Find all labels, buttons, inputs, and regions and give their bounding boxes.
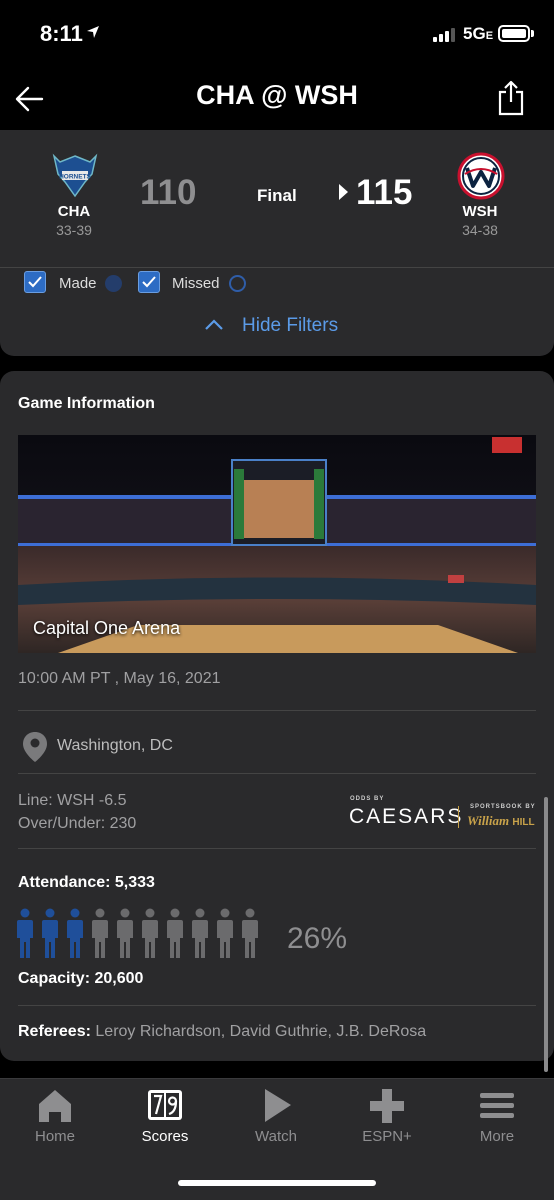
person-empty-icon (241, 908, 259, 960)
location-arrow-icon (87, 26, 99, 38)
checkmark-icon (28, 276, 42, 288)
page-title: CHA @ WSH (196, 80, 358, 110)
made-checkbox[interactable] (24, 271, 46, 293)
game-datetime: 10:00 AM PT , May 16, 2021 (18, 670, 221, 687)
caesars-logo[interactable]: CAESARS (349, 805, 463, 829)
scrollbar[interactable] (544, 797, 548, 1072)
share-icon[interactable] (496, 80, 526, 116)
divider (18, 848, 536, 849)
chevron-up-icon (205, 319, 223, 330)
missed-dot-icon (229, 275, 246, 292)
made-label: Made (59, 275, 97, 292)
william-hill-logo[interactable]: William HILL (467, 813, 535, 829)
tab-scores[interactable]: Scores (110, 1084, 220, 1154)
person-empty-icon (166, 908, 184, 960)
menu-icon (480, 1093, 514, 1118)
missed-label: Missed (172, 275, 220, 292)
nav-header: CHA @ WSH (0, 66, 554, 130)
over-under: Over/Under: 230 (18, 815, 137, 832)
divider (18, 1005, 536, 1006)
capacity-figures (16, 908, 259, 960)
battery-icon (498, 25, 530, 42)
plus-icon (370, 1089, 404, 1123)
network-indicator: 5GE (463, 24, 494, 43)
person-filled-icon (66, 908, 84, 960)
tab-home[interactable]: Home (0, 1084, 110, 1154)
person-empty-icon (216, 908, 234, 960)
missed-checkbox[interactable] (138, 271, 160, 293)
made-dot-icon (105, 275, 122, 292)
hide-filters-label: Hide Filters (242, 315, 339, 336)
tab-label: Home (34, 1128, 75, 1145)
person-empty-icon (141, 908, 159, 960)
location-pin-icon (23, 732, 47, 762)
odds-separator (458, 806, 459, 828)
capacity-text: Capacity: 20,600 (18, 970, 144, 987)
tab-label: ESPN+ (362, 1128, 412, 1145)
divider (18, 710, 536, 711)
game-location: Washington, DC (57, 737, 173, 754)
home-team-record: 34-38 (462, 222, 498, 238)
scores-icon (148, 1090, 182, 1120)
referees-names: Leroy Richardson, David Guthrie, J.B. De… (95, 1023, 427, 1040)
tab-label: Scores (141, 1128, 189, 1145)
status-bar: 8:11 5GE (0, 0, 554, 66)
home-team-abbr: WSH (462, 203, 498, 220)
svg-text:HORNETS: HORNETS (59, 174, 91, 181)
checkmark-icon (142, 276, 156, 288)
venue-name: Capital One Arena (33, 618, 181, 638)
attendance-text: Attendance: 5,333 (18, 874, 155, 891)
section-title: Game Information (18, 395, 155, 412)
home-score: 115 (356, 173, 413, 212)
tab-label: Watch (255, 1128, 297, 1145)
wizards-logo-icon[interactable] (457, 152, 505, 200)
home-indicator[interactable] (178, 1180, 376, 1186)
person-empty-icon (116, 908, 134, 960)
game-status: Final (257, 186, 297, 205)
winner-arrow-icon (339, 184, 348, 200)
person-filled-icon (16, 908, 34, 960)
status-time: 8:11 (40, 21, 83, 46)
hornets-logo-icon[interactable]: HORNETS (50, 152, 100, 202)
person-empty-icon (191, 908, 209, 960)
capacity-percent: 26% (287, 922, 348, 955)
away-score: 110 (140, 173, 197, 212)
hide-filters-button[interactable]: Hide Filters (200, 313, 370, 343)
home-icon (39, 1090, 71, 1122)
tab-label: More (479, 1128, 515, 1145)
person-empty-icon (91, 908, 109, 960)
tab-more[interactable]: More (442, 1084, 552, 1154)
play-icon (265, 1089, 291, 1122)
odds-by-label: ODDS BY (350, 796, 385, 802)
sportsbook-by-label: SPORTSBOOK BY (470, 804, 536, 810)
person-filled-icon (41, 908, 59, 960)
tab-watch[interactable]: Watch (221, 1084, 331, 1154)
away-team-abbr: CHA (57, 203, 91, 220)
signal-icon (433, 28, 455, 42)
tab-espn-plus[interactable]: ESPN+ (332, 1084, 442, 1154)
battery-tip (531, 30, 534, 37)
divider (18, 773, 536, 774)
referees: Referees: Leroy Richardson, David Guthri… (18, 1023, 426, 1041)
betting-line: Line: WSH -6.5 (18, 792, 127, 809)
away-team-record: 33-39 (56, 222, 92, 238)
referees-label: Referees: (18, 1023, 91, 1040)
